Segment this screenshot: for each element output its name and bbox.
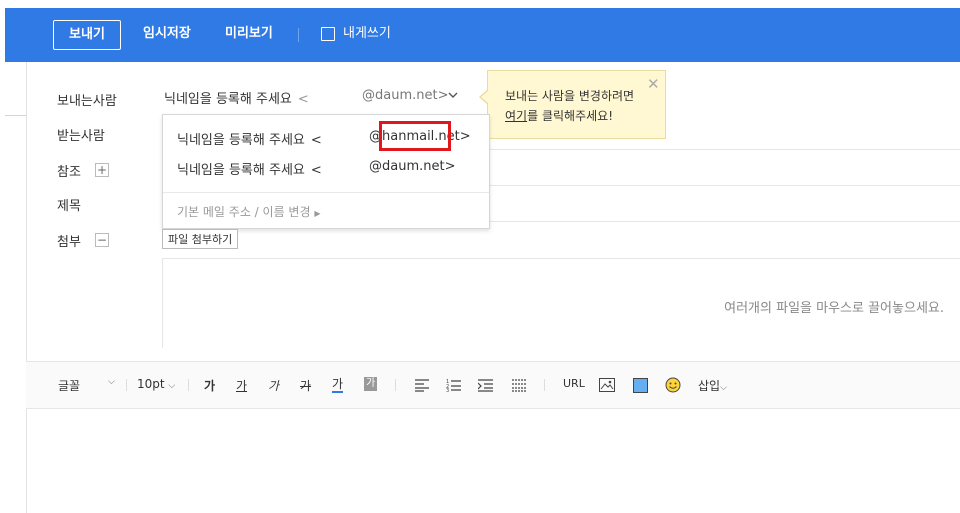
sender-selector[interactable]: 닉네임을 등록해 주세요 < @daum.net> xyxy=(164,88,458,107)
image-icon[interactable] xyxy=(599,378,615,392)
change-address-label: 기본 메일 주소 / 이름 변경 xyxy=(177,205,311,219)
change-address-link[interactable]: 기본 메일 주소 / 이름 변경 ▶ xyxy=(177,203,321,220)
subject-label: 제목 xyxy=(57,199,81,214)
to-field-line xyxy=(490,149,960,150)
insert-label: 삽입 xyxy=(698,379,721,393)
font-label: 글꼴 xyxy=(58,379,81,393)
close-icon[interactable]: ✕ xyxy=(647,75,660,93)
send-to-me-label[interactable]: 내게쓰기 xyxy=(343,20,391,48)
url-button[interactable]: URL xyxy=(563,377,585,390)
font-color-button[interactable]: 가 xyxy=(332,377,344,393)
font-select[interactable]: 글꼴 xyxy=(58,377,80,394)
toolbar-divider xyxy=(298,28,299,42)
chevron-down-icon[interactable]: ⌵ xyxy=(108,377,115,387)
line-spacing-icon[interactable] xyxy=(512,379,527,392)
caret-right-icon: ▶ xyxy=(314,209,321,218)
left-border xyxy=(26,62,27,513)
sender-change-tooltip: 보내는 사람을 변경하려면 여기를 클릭해주세요! ✕ xyxy=(479,70,666,139)
preview-button[interactable]: 미리보기 xyxy=(225,20,273,48)
italic-button[interactable]: 가 xyxy=(268,377,279,394)
toolbar-divider xyxy=(544,379,545,391)
toolbar-divider xyxy=(395,379,396,391)
chevron-down-icon: ⌵ xyxy=(168,381,176,391)
indent-icon[interactable] xyxy=(478,379,493,392)
editor-toolbar: 글꼴 ⌵ 10pt ⌵ 가 가 가 가 가 가 123 URL 삽입⌵ xyxy=(26,361,960,409)
from-label: 보내는사람 xyxy=(57,94,117,109)
insert-menu[interactable]: 삽입⌵ xyxy=(698,377,727,394)
bold-button[interactable]: 가 xyxy=(204,377,215,394)
tooltip-line2-text: 를 클릭해주세요! xyxy=(527,109,613,123)
attach-collapse-minus-icon[interactable]: − xyxy=(95,233,109,247)
cc-label: 참조 xyxy=(57,165,81,180)
underline-button[interactable]: 가 xyxy=(236,377,247,394)
sender-option-daum[interactable]: 닉네임을 등록해 주세요 < @daum.net> xyxy=(177,159,455,178)
tooltip-link[interactable]: 여기 xyxy=(505,109,527,123)
sender-option-hanmail[interactable]: 닉네임을 등록해 주세요 < @hanmail.net> xyxy=(177,129,471,148)
cc-field-line xyxy=(490,185,960,186)
option-open-bracket: < xyxy=(310,163,322,178)
attach-file-button[interactable]: 파일 첨부하기 xyxy=(162,229,239,249)
tooltip-line2: 여기를 클릭해주세요! xyxy=(505,107,613,124)
drop-zone-hint: 여러개의 파일을 마우스로 끌어놓으세요. xyxy=(724,301,944,316)
sender-address: @daum.net> xyxy=(362,88,449,103)
sender-open-bracket: < xyxy=(297,92,309,107)
tooltip-line1: 보내는 사람을 변경하려면 xyxy=(505,89,635,103)
option-open-bracket: < xyxy=(310,133,322,148)
svg-text:3: 3 xyxy=(446,388,449,392)
file-drop-zone[interactable]: 여러개의 파일을 마우스로 끌어놓으세요. xyxy=(162,258,960,348)
compose-toolbar: 보내기 임시저장 미리보기 내게쓰기 xyxy=(5,8,960,62)
align-left-icon[interactable] xyxy=(415,379,429,392)
option-address: @daum.net> xyxy=(369,159,456,174)
send-to-me-checkbox[interactable] xyxy=(321,27,335,41)
strikethrough-button[interactable]: 가 xyxy=(300,377,311,394)
dropdown-divider xyxy=(163,192,489,193)
numbered-list-icon[interactable]: 123 xyxy=(446,378,461,392)
toolbar-divider xyxy=(188,379,189,391)
tooltip-arrow-fill xyxy=(481,90,489,104)
send-button[interactable]: 보내기 xyxy=(53,20,121,50)
option-nickname: 닉네임을 등록해 주세요 xyxy=(177,133,305,148)
sender-nickname: 닉네임을 등록해 주세요 xyxy=(164,92,292,107)
highlight-box xyxy=(379,121,451,151)
attach-label: 첨부 xyxy=(57,235,81,250)
table-color-icon[interactable] xyxy=(633,378,648,393)
cc-expand-plus-icon[interactable]: + xyxy=(95,163,109,177)
left-border-mark xyxy=(5,115,26,116)
chevron-down-icon: ⌵ xyxy=(720,383,727,393)
chevron-down-icon[interactable] xyxy=(448,88,458,105)
font-size-select[interactable]: 10pt ⌵ xyxy=(137,377,175,391)
background-color-button[interactable]: 가 xyxy=(364,377,378,391)
option-nickname: 닉네임을 등록해 주세요 xyxy=(177,163,305,178)
save-draft-button[interactable]: 임시저장 xyxy=(143,20,191,48)
emoticon-icon[interactable] xyxy=(665,377,681,393)
font-size-label: 10pt xyxy=(137,377,165,391)
toolbar-divider xyxy=(126,379,127,391)
to-label: 받는사람 xyxy=(57,129,105,144)
